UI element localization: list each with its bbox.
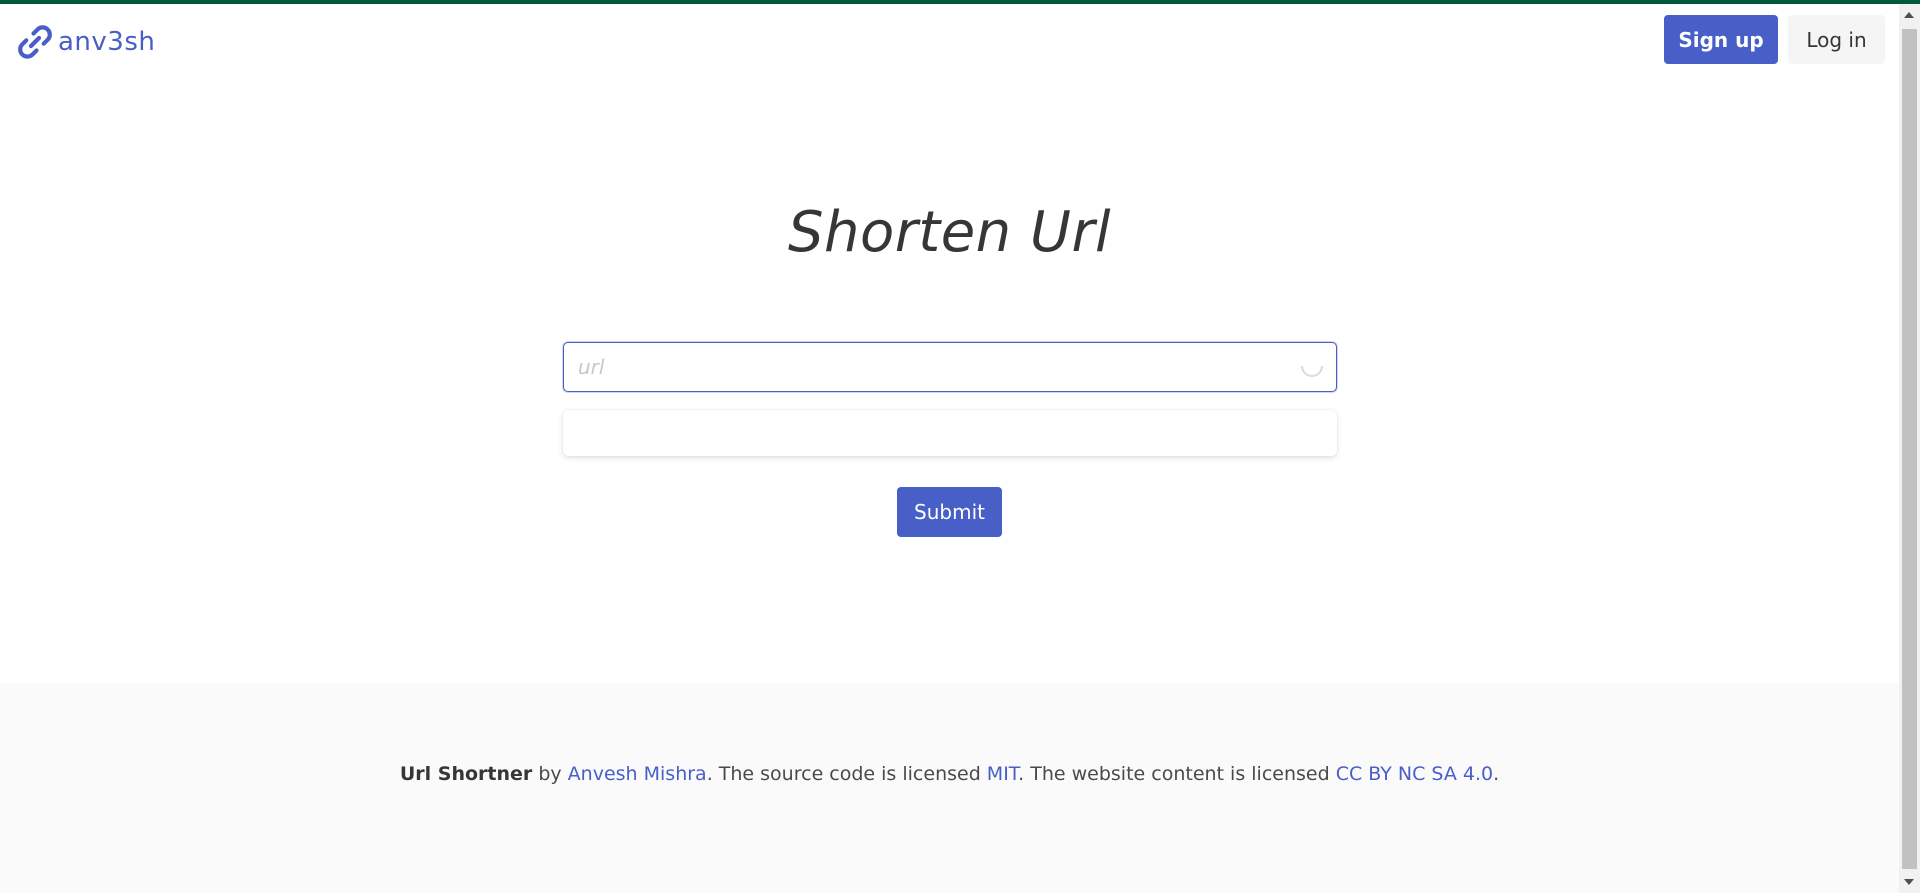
brand-name: anv3sh xyxy=(58,27,156,57)
brand-logo[interactable]: anv3sh xyxy=(14,20,155,64)
footer-source-text: . The source code is licensed xyxy=(706,763,987,785)
footer-text: Url Shortner by Anvesh Mishra. The sourc… xyxy=(0,763,1899,785)
url-input-wrapper xyxy=(563,342,1337,392)
footer-project-name: Url Shortner xyxy=(399,763,533,785)
scroll-down-icon[interactable] xyxy=(1904,879,1914,885)
footer: Url Shortner by Anvesh Mishra. The sourc… xyxy=(0,683,1899,893)
mit-license-link[interactable]: MIT xyxy=(987,763,1018,785)
submit-button[interactable]: Submit xyxy=(897,487,1002,537)
footer-by: by xyxy=(532,763,568,785)
signup-button[interactable]: Sign up xyxy=(1664,15,1778,64)
page-title: Shorten Url xyxy=(787,200,1112,265)
page: anv3sh Sign up Log in Shorten Url Submit… xyxy=(0,0,1920,893)
footer-end: . xyxy=(1493,763,1500,785)
scroll-thumb[interactable] xyxy=(1902,29,1917,869)
scrollbar[interactable] xyxy=(1899,4,1920,893)
link-icon xyxy=(18,25,52,59)
navbar: anv3sh Sign up Log in xyxy=(0,4,1899,76)
footer-content-text: . The website content is licensed xyxy=(1018,763,1336,785)
nav-buttons: Sign up Log in xyxy=(1664,15,1885,64)
scroll-up-icon[interactable] xyxy=(1904,12,1914,18)
cc-license-link[interactable]: CC BY NC SA 4.0 xyxy=(1336,763,1493,785)
suggestions-dropdown[interactable] xyxy=(563,410,1337,456)
url-input[interactable] xyxy=(563,342,1337,392)
author-link[interactable]: Anvesh Mishra xyxy=(568,763,707,785)
login-button[interactable]: Log in xyxy=(1788,15,1885,64)
